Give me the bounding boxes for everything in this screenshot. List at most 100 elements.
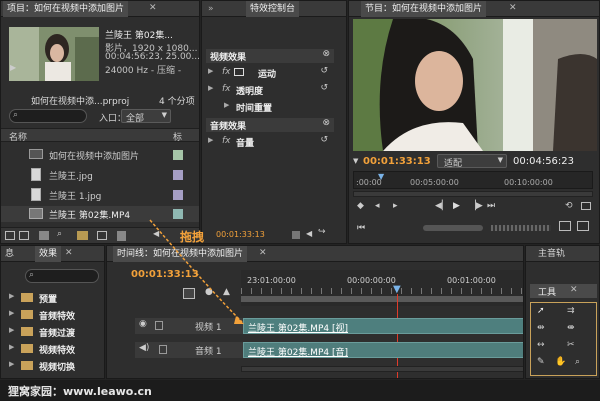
lock-icon[interactable] <box>159 345 167 354</box>
timeline-current-time[interactable]: 00:01:33:13 <box>131 269 199 280</box>
tab-timeline[interactable]: 时间线：如何在视频中添加图片 <box>113 246 248 262</box>
set-out-icon[interactable]: ◂ <box>375 201 380 211</box>
marker-icon[interactable]: ▸ <box>393 201 398 211</box>
project-search-input[interactable]: ⌕ <box>9 109 87 123</box>
entry-select[interactable]: 全部 ▼ <box>121 109 171 124</box>
tab-tools[interactable]: 工具 <box>538 285 556 298</box>
playhead-icon[interactable]: ▼ <box>378 172 384 181</box>
speaker-icon[interactable]: ◀) <box>139 343 149 353</box>
set-marker-icon[interactable]: ● <box>205 287 213 297</box>
lock-icon[interactable] <box>155 321 163 330</box>
rolling-edit-tool-icon[interactable]: ⇼ <box>567 323 575 333</box>
folder-icon[interactable] <box>77 231 88 240</box>
jog-wheel[interactable] <box>491 225 551 231</box>
collapse-icon[interactable]: ⊗ <box>322 49 330 59</box>
step-forward-icon[interactable]: ▕▶ <box>469 201 483 211</box>
shuttle-slider[interactable] <box>423 225 483 231</box>
list-item[interactable]: 兰陵王.jpg <box>1 167 199 183</box>
list-item[interactable]: ▶ 视频切换 <box>1 358 104 374</box>
sequence-marker-icon[interactable]: ▲ <box>223 287 230 297</box>
expand-arrow-icon[interactable]: ▶ <box>9 343 14 351</box>
program-ruler[interactable]: :00:00 00:05:00:00 00:10:00:00 ▼ <box>353 171 593 189</box>
tab-effects[interactable]: 效果 <box>35 246 62 262</box>
hand-tool-icon[interactable]: ✋ <box>555 357 566 367</box>
reset-icon[interactable]: ↺ <box>320 66 328 76</box>
list-item[interactable]: 兰陵王 1.jpg <box>1 187 199 203</box>
fx-row-opacity[interactable]: ▶ fx 透明度 ↺ <box>206 83 334 97</box>
timeline-ruler[interactable]: 23:01:00:00 00:00:00:00 00:01:00:00 ▼ <box>241 270 523 306</box>
expand-arrow-icon[interactable]: ▶ <box>9 309 14 317</box>
render-icon[interactable] <box>292 231 300 239</box>
selection-tool-icon[interactable]: ➚ <box>537 306 545 316</box>
expand-arrow-icon[interactable]: ▶ <box>208 67 213 75</box>
close-icon[interactable]: ✕ <box>509 3 517 13</box>
scroll-left-icon[interactable]: ◀ <box>306 229 312 238</box>
play-icon[interactable]: ▶ <box>453 201 460 211</box>
go-to-out-icon[interactable]: ⏭ <box>487 201 495 211</box>
tab-effect-controls[interactable]: 特效控制台 <box>246 1 300 17</box>
lift-icon[interactable] <box>559 221 571 231</box>
tab-program[interactable]: 节目：如何在视频中添加图片 <box>361 1 487 17</box>
fx-row-volume[interactable]: ▶ fx 音量 ↺ <box>206 135 334 149</box>
set-in-icon[interactable]: ◆ <box>357 201 364 211</box>
pen-tool-icon[interactable]: ✎ <box>537 357 545 367</box>
tab-arrow[interactable]: » <box>204 1 218 17</box>
tab-info[interactable]: 息 <box>1 246 18 262</box>
motion-transform-icon[interactable] <box>234 68 244 76</box>
icon-view-icon[interactable] <box>19 231 29 240</box>
collapse-icon[interactable]: ⊗ <box>322 118 330 128</box>
fx-row-motion[interactable]: ▶ fx 运动 ↺ <box>206 66 334 80</box>
loop-icon[interactable]: ↪ <box>318 227 326 237</box>
go-to-in-icon[interactable]: ⏮ <box>357 223 365 233</box>
effects-search-input[interactable]: ⌕ <box>25 269 99 283</box>
step-back-icon[interactable]: ◀▏ <box>435 201 449 211</box>
list-item[interactable]: 如何在视频中添加图片 <box>1 147 199 163</box>
ripple-edit-tool-icon[interactable]: ⇹ <box>537 323 545 333</box>
close-icon[interactable]: ✕ <box>570 285 578 295</box>
extract-icon[interactable] <box>577 221 589 231</box>
list-item[interactable]: ▶ 音频特效 <box>1 307 104 323</box>
expand-arrow-icon[interactable]: ▶ <box>9 326 14 334</box>
effect-controls-timecode[interactable]: 00:01:33:13 <box>216 230 265 239</box>
expand-arrow-icon[interactable]: ▶ <box>208 84 213 92</box>
reset-icon[interactable]: ↺ <box>320 135 328 145</box>
snap-icon[interactable] <box>183 288 195 299</box>
timeline-zoom-bar[interactable] <box>241 366 523 372</box>
program-current-time[interactable]: 00:01:33:13 <box>363 156 431 167</box>
play-thumbnail-icon[interactable]: ▶ <box>10 63 16 72</box>
list-item[interactable]: ▶ 视频特效 <box>1 341 104 357</box>
rate-stretch-tool-icon[interactable]: ↔ <box>537 340 545 350</box>
audio-clip[interactable]: 兰陵王 第02集.MP4 [音] <box>243 342 523 358</box>
loop-icon[interactable]: ⟲ <box>565 201 573 211</box>
zoom-tool-icon[interactable]: ⌕ <box>575 357 580 367</box>
reset-icon[interactable]: ↺ <box>320 83 328 93</box>
scroll-left-icon[interactable]: ◀ <box>153 229 159 238</box>
eye-icon[interactable]: ◉ <box>139 319 147 329</box>
safe-margins-icon[interactable] <box>581 202 591 210</box>
fit-select[interactable]: 适配 ▼ <box>437 154 507 169</box>
close-icon[interactable]: ✕ <box>259 248 267 258</box>
expand-arrow-icon[interactable]: ▶ <box>9 360 14 368</box>
search-icon[interactable]: ⌕ <box>57 229 62 239</box>
list-view-icon[interactable] <box>5 231 15 240</box>
list-item[interactable]: ▶ 预置 <box>1 290 104 306</box>
razor-tool-icon[interactable]: ✂ <box>567 340 575 350</box>
zoom-bar[interactable] <box>353 191 593 197</box>
expand-arrow-icon[interactable]: ▶ <box>208 136 213 144</box>
track-select-tool-icon[interactable]: ⇉ <box>567 306 575 316</box>
close-icon[interactable]: ✕ <box>149 3 157 13</box>
list-item-selected[interactable]: 兰陵王 第02集.MP4 <box>1 206 199 222</box>
clear-icon[interactable] <box>117 231 126 241</box>
expand-arrow-icon[interactable]: ▶ <box>224 101 229 109</box>
video-clip[interactable]: 兰陵王 第02集.MP4 [视] <box>243 318 523 334</box>
automate-icon[interactable] <box>39 231 49 240</box>
column-name[interactable]: 名称 <box>9 130 27 143</box>
close-icon[interactable]: ✕ <box>65 248 73 258</box>
tab-audio-master[interactable]: 主音轨 <box>534 246 569 262</box>
new-item-icon[interactable] <box>97 231 107 240</box>
column-tag[interactable]: 标 <box>173 130 182 143</box>
tab-project[interactable]: 项目：如何在视频中添加图片 <box>3 1 129 17</box>
fx-row-time-remap[interactable]: ▶ 时间重置 <box>206 100 334 114</box>
expand-arrow-icon[interactable]: ▶ <box>9 292 14 300</box>
work-area-bar[interactable] <box>241 296 523 302</box>
